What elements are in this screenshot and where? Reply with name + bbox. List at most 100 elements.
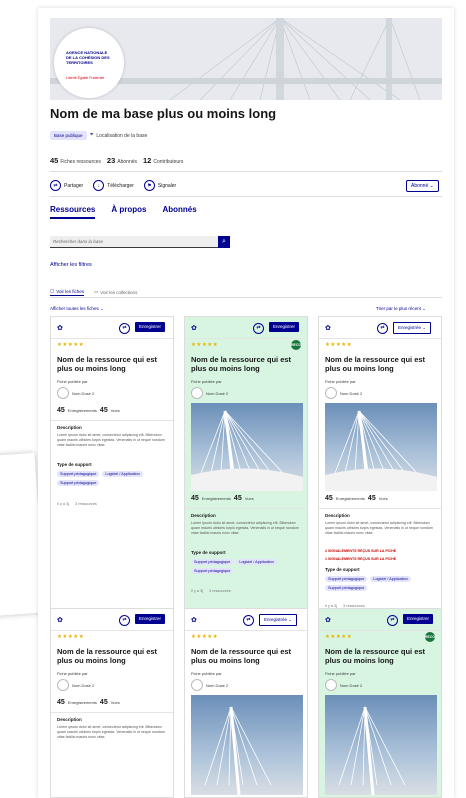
author[interactable]: Nom Dosé 2 <box>191 387 228 399</box>
download-button[interactable]: ↓ Télécharger <box>93 180 134 191</box>
share-icon[interactable]: ⇄ <box>243 615 254 626</box>
save-button[interactable]: Enregistrer <box>403 614 434 624</box>
search-icon: ⌕ <box>222 238 226 245</box>
tag[interactable]: Support pédagogique <box>325 585 368 591</box>
share-icon[interactable]: ⇄ <box>377 323 388 334</box>
published-by: Fiche publiée par <box>191 379 222 384</box>
show-all-select[interactable]: Afficher toutes les fiches ⌄ <box>50 306 104 312</box>
stat-followers: 23 Abonnés <box>106 156 138 165</box>
tab-resources[interactable]: Ressources <box>50 205 96 219</box>
bookmark-icon[interactable]: ✿ <box>191 616 197 624</box>
view-switch: ▢ Voir les fiches ▭ Voir les collections <box>50 288 137 296</box>
published-by: Fiche publiée par <box>325 379 356 384</box>
share-button[interactable]: ⇄ Partager <box>50 180 83 191</box>
resource-stats: 45 Enregistrements 45 Vues <box>57 407 120 414</box>
support-tags: Support pédagogique Logiciel / Applicati… <box>325 576 437 591</box>
flag-icon: ⚑ <box>143 180 155 191</box>
resource-stats: 45 Enregistrements 45 Vues <box>191 495 254 502</box>
share-icon[interactable]: ⇄ <box>119 323 130 334</box>
recommended-badge: RECO <box>291 340 301 350</box>
resource-image <box>325 695 437 795</box>
report-warning: 1 SIGNALEMENTS REÇUS SUR LA FICHE <box>325 557 397 561</box>
rating-stars: ★★★★★ <box>325 634 353 640</box>
author[interactable]: Nom Dosé 2 <box>57 387 94 399</box>
resource-title[interactable]: Nom de la ressource qui est plus ou moin… <box>57 355 169 373</box>
sort-select[interactable]: Trier par le plus récent ⌄ <box>376 306 426 312</box>
published-by: Fiche publiée par <box>57 379 88 384</box>
bookmark-icon[interactable]: ✿ <box>191 324 197 332</box>
tab-about[interactable]: À propos <box>111 205 146 219</box>
resource-title[interactable]: Nom de la ressource qui est plus ou moin… <box>57 647 169 665</box>
folder-icon: ▭ <box>94 289 99 294</box>
author[interactable]: Nom Dosé 2 <box>57 679 94 691</box>
support-tags: Support pédagogique Logiciel / Applicati… <box>57 471 169 486</box>
tag[interactable]: Support pédagogique <box>325 576 368 582</box>
rating-stars: ★★★★★ <box>191 634 219 640</box>
view-collections-tab[interactable]: ▭ Voir les collections <box>94 289 137 295</box>
action-bar: ⇄ Partager ↓ Télécharger ⚑ Signaler <box>50 180 176 191</box>
description-text: Lorem ipsum dolor sit amet, consectetur … <box>191 521 299 535</box>
view-sheets-tab[interactable]: ▢ Voir les fiches <box>50 288 85 296</box>
save-button[interactable]: Enregistrer <box>135 322 166 332</box>
author[interactable]: Nom Dosé 2 <box>325 387 362 399</box>
resource-card[interactable]: ✿ ⇄ Enregistrer ★★★★★ Nom de la ressourc… <box>50 608 174 798</box>
author[interactable]: Nom Dosé 2 <box>325 679 362 691</box>
share-icon[interactable]: ⇄ <box>119 615 130 626</box>
bookmark-icon[interactable]: ✿ <box>57 324 63 332</box>
tab-followers[interactable]: Abonnés <box>162 205 196 219</box>
resource-image <box>191 403 303 491</box>
divider <box>50 171 442 172</box>
tag[interactable]: Logiciel / Application <box>370 576 411 582</box>
bookmark-icon[interactable]: ✿ <box>325 616 331 624</box>
published-by: Fiche publiée par <box>325 671 356 676</box>
support-heading: Type de support <box>191 550 226 555</box>
share-icon[interactable]: ⇄ <box>253 323 264 334</box>
divider <box>50 196 442 197</box>
support-heading: Type de support <box>325 567 360 572</box>
description-heading: Description <box>325 513 350 518</box>
tag[interactable]: Logiciel / Application <box>236 559 277 565</box>
resource-title[interactable]: Nom de la ressource qui est plus ou moin… <box>325 355 437 373</box>
author[interactable]: Nom Dosé 2 <box>191 679 228 691</box>
search-button[interactable]: ⌕ <box>218 236 230 248</box>
follow-button[interactable]: Abonné ⌄ <box>406 180 439 192</box>
resource-image <box>325 403 437 491</box>
file-icon: ▢ <box>50 288 55 293</box>
share-icon: ⇄ <box>50 180 61 191</box>
search-input[interactable]: Rechercher dans la base <box>50 236 218 248</box>
recommended-badge: RECO <box>425 632 435 642</box>
bookmark-icon[interactable]: ✿ <box>57 616 63 624</box>
tag[interactable]: Logiciel / Application <box>102 471 143 477</box>
resource-card[interactable]: ✿ ⇄ Enregistrée ⌄ ★★★★★ Nom de la ressou… <box>184 608 308 798</box>
resource-title[interactable]: Nom de la ressource qui est plus ou moin… <box>191 647 303 665</box>
report-button[interactable]: ⚑ Signaler <box>143 180 176 191</box>
published-by: Fiche publiée par <box>191 671 222 676</box>
save-button[interactable]: Enregistrer <box>269 322 300 332</box>
saved-button[interactable]: Enregistrée ⌄ <box>259 614 298 626</box>
resource-title[interactable]: Nom de la ressource qui est plus ou moin… <box>325 647 437 665</box>
description-heading: Description <box>57 717 82 722</box>
tag[interactable]: Support pédagogique <box>191 559 234 565</box>
description-text: Lorem ipsum dolor sit amet, consectetur … <box>57 433 165 447</box>
published-by: Fiche publiée par <box>57 671 88 676</box>
card-footer: Il y a 3j 3 ressources <box>57 502 97 506</box>
download-icon: ↓ <box>93 180 105 191</box>
tabs: Ressources À propos Abonnés <box>50 205 197 219</box>
tag[interactable]: Support pédagogique <box>57 480 100 486</box>
saved-button[interactable]: Enregistrée ⌄ <box>393 322 432 334</box>
share-icon[interactable]: ⇄ <box>387 615 398 626</box>
resource-card[interactable]: ✿ ⇄ Enregistrer ★★★★★ RECO Nom de la res… <box>318 608 442 798</box>
base-banner: AGENCE NATIONALE DE LA COHÉSION DES TERR… <box>50 18 442 100</box>
avatar <box>57 679 69 691</box>
rating-stars: ★★★★★ <box>57 634 85 640</box>
resource-title[interactable]: Nom de la ressource qui est plus ou moin… <box>191 355 303 373</box>
show-filters-link[interactable]: Afficher les filtres <box>50 262 92 268</box>
resource-stats: 45 Enregistrements 45 Vues <box>325 495 388 502</box>
description-heading: Description <box>191 513 216 518</box>
tag[interactable]: Support pédagogique <box>57 471 100 477</box>
description-heading: Description <box>57 425 82 430</box>
tag[interactable]: Support pédagogique <box>191 568 234 574</box>
save-button[interactable]: Enregistrer <box>135 614 166 624</box>
bookmark-icon[interactable]: ✿ <box>325 324 331 332</box>
avatar <box>191 387 203 399</box>
